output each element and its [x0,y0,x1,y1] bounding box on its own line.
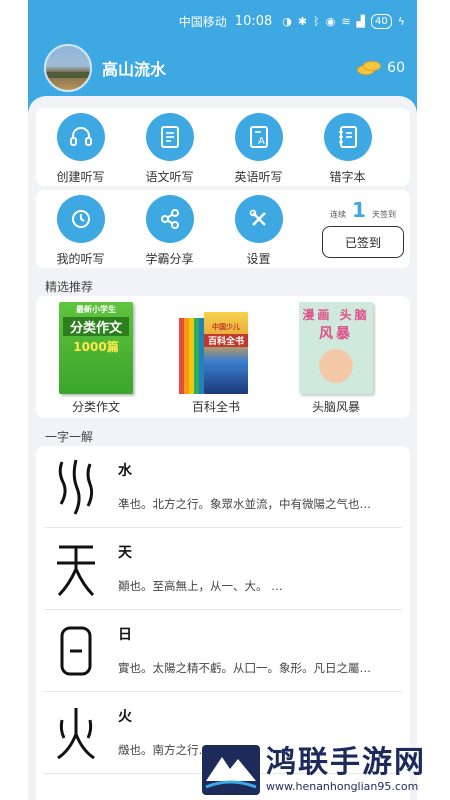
book-item[interactable]: 最新小学生 分类作文 1000篇 分类作文 [36,302,156,415]
recommend-title: 精选推荐 [45,280,94,294]
char-desc: 顚也。至高無上，从一、大。 … [118,579,283,593]
book-cover: 中国少儿 百科全书 [179,302,253,394]
my-dictation-button[interactable]: 我的听写 [36,195,125,267]
notebook-icon [323,113,372,161]
char-list-item[interactable]: 水 凖也。北方之行。象眾水並流，中有微陽之气也… [44,446,402,528]
char-name: 日 [118,627,132,643]
cover-text: 最新小学生 [76,305,116,314]
book-cover: 最新小学生 分类作文 1000篇 [59,302,133,394]
checkin-button[interactable]: 已签到 [322,226,404,258]
char-name: 天 [118,545,132,561]
create-dictation-button[interactable]: 创建听写 [36,113,125,185]
feature-label: 语文听写 [145,170,194,184]
share-icon [145,195,194,243]
cover-text: 百科全书 [204,334,248,347]
feature-card-1: 创建听写 语文听写 A 英语听写 错字本 [36,108,410,186]
watermark-title: 鸿联手游网 [266,744,426,780]
wifi-icon: ≋ [341,14,351,28]
status-bar: 中国移动 10:08 ◑ ✱ ᛒ ◉ ≋ ▟ 40 ϟ [28,0,417,42]
watermark-url: www.henanhonglian95.com [266,779,419,793]
checkin-streak: 连续 1 天签到 [330,200,396,220]
svg-text:A: A [258,136,265,147]
cover-text: 风暴 [319,326,353,342]
seal-script-glyph [44,538,108,600]
avatar[interactable] [44,44,92,92]
bluetooth-icon: ᛒ [313,14,320,28]
top-student-share-button[interactable]: 学霸分享 [125,195,214,267]
headphones-icon [56,113,105,161]
char-desc: 實也。太陽之精不虧。从囗一。象形。凡日之屬… [118,661,371,675]
cover-text: 分类作文 [63,317,129,336]
status-time: 10:08 [234,13,273,29]
char-section-title: 一字一解 [45,430,94,444]
hd-icon: ◑ [282,14,292,28]
english-dictation-button[interactable]: A 英语听写 [214,113,303,185]
cover-text: 1000篇 [73,340,119,354]
checkin-prefix: 连续 [330,210,347,219]
carrier-name: 中国移动 [178,14,227,29]
document-icon [145,113,194,161]
recommend-card: 最新小学生 分类作文 1000篇 分类作文 中国少儿 百科全书 百科全书 漫画 … [36,296,410,418]
coins-icon [357,60,383,76]
char-name: 火 [118,709,132,725]
seal-script-glyph [44,456,108,518]
charging-icon: ϟ [397,14,405,28]
char-name: 水 [118,463,132,479]
main-content: 创建听写 语文听写 A 英语听写 错字本 我的听写 学霸分享 设置 连续 1 天… [28,96,417,800]
letter-a-document-icon: A [234,113,283,161]
char-desc: 凖也。北方之行。象眾水並流，中有微陽之气也… [118,497,371,511]
username[interactable]: 高山流水 [102,56,357,80]
book-label: 百科全书 [191,400,240,414]
coin-balance[interactable]: 60 [357,60,405,76]
book-label: 分类作文 [71,400,120,414]
cover-text: 中国少儿 [212,323,240,331]
feature-label: 创建听写 [56,170,105,184]
book-item[interactable]: 中国少儿 百科全书 百科全书 [156,302,276,415]
feature-label: 设置 [246,252,271,266]
checkin-suffix: 天签到 [371,210,396,219]
feature-label: 我的听写 [56,252,105,266]
location-icon: ◉ [325,14,336,28]
coin-count: 60 [387,60,405,76]
checkin-days: 1 [352,198,366,222]
battery-indicator: 40 [371,13,392,29]
char-list-item[interactable]: 天 顚也。至高無上，从一、大。 … [44,528,402,610]
seal-script-glyph [44,702,108,764]
mistake-book-button[interactable]: 错字本 [303,113,392,185]
seal-script-glyph [44,620,108,682]
char-list-item[interactable]: 日 實也。太陽之精不虧。从囗一。象形。凡日之屬… [44,610,402,692]
tools-icon [234,195,283,243]
watermark-logo-icon [200,741,262,797]
cartoon-face-icon [319,349,353,383]
settings-button[interactable]: 设置 [214,195,303,267]
signal-icon: ▟ [356,14,365,28]
checkin-panel: 连续 1 天签到 已签到 [321,200,405,258]
feature-label: 错字本 [329,170,366,184]
cover-text: 漫画 头脑 [302,308,370,322]
feature-card-2: 我的听写 学霸分享 设置 连续 1 天签到 已签到 [36,190,410,268]
watermark: 鸿联手游网 www.henanhonglian95.com [200,738,450,800]
book-label: 头脑风暴 [311,400,360,414]
feature-label: 学霸分享 [145,252,194,266]
history-clock-icon [56,195,105,243]
book-cover: 漫画 头脑 风暴 [299,302,373,394]
location-pin-icon: ✱ [297,14,308,28]
profile-header: 高山流水 60 [44,43,405,93]
app-screen: 中国移动 10:08 ◑ ✱ ᛒ ◉ ≋ ▟ 40 ϟ 高山流水 60 创建听写… [28,0,417,800]
feature-label: 英语听写 [234,170,283,184]
book-item[interactable]: 漫画 头脑 风暴 头脑风暴 [276,302,396,415]
chinese-dictation-button[interactable]: 语文听写 [125,113,214,185]
